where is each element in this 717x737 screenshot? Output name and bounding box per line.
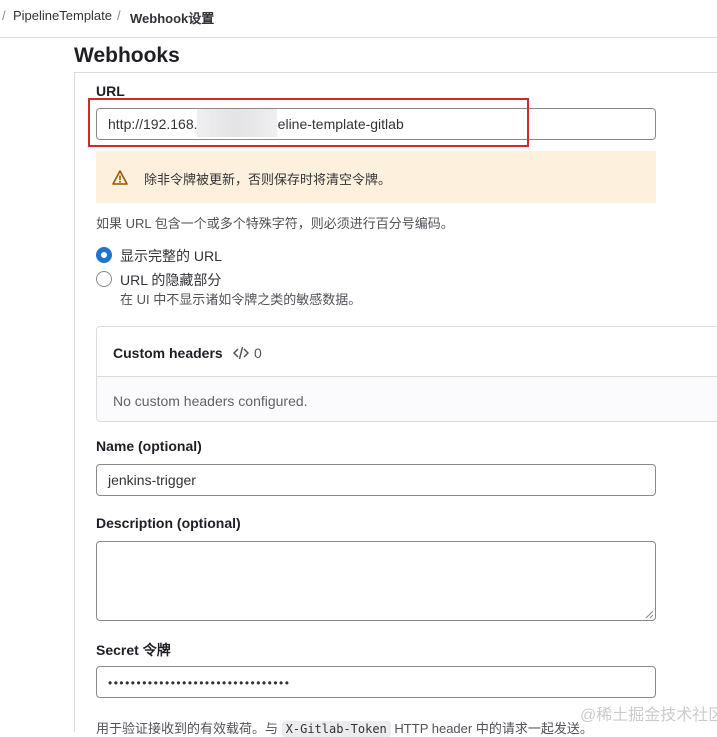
token-warning-alert: 除非令牌被更新，否则保存时将清空令牌。 <box>96 151 656 203</box>
code-icon <box>233 346 249 360</box>
description-textarea[interactable] <box>96 541 656 621</box>
breadcrumb-item-project[interactable]: PipelineTemplate <box>13 8 112 23</box>
secret-help-code: X-Gitlab-Token <box>281 721 391 737</box>
custom-headers-card: Custom headers 0 No custom headers confi… <box>96 326 717 422</box>
breadcrumb-item-current: Webhook设置 <box>130 11 215 26</box>
custom-headers-count: 0 <box>254 345 262 361</box>
custom-headers-empty: No custom headers configured. <box>113 393 308 409</box>
radio-button[interactable] <box>96 271 112 287</box>
secret-label: Secret 令牌 <box>96 642 171 658</box>
description-label: Description (optional) <box>96 515 241 531</box>
name-label: Name (optional) <box>96 438 202 454</box>
name-input[interactable]: jenkins-trigger <box>96 464 656 496</box>
custom-headers-header: Custom headers 0 <box>97 327 717 377</box>
custom-headers-title: Custom headers <box>113 345 223 361</box>
warning-icon <box>112 170 128 185</box>
page-title: Webhooks <box>74 44 180 67</box>
url-encoding-help: 如果 URL 包含一个或多个特殊字符，则必须进行百分号编码。 <box>96 216 454 231</box>
annotation-highlight-box <box>88 98 529 147</box>
resize-grip-icon[interactable] <box>645 610 653 618</box>
radio-label[interactable]: 显示完整的 URL <box>120 246 222 266</box>
alert-message: 除非令牌被更新，否则保存时将清空令牌。 <box>144 172 392 187</box>
radio-label[interactable]: URL 的隐藏部分 <box>120 270 221 290</box>
url-label: URL <box>96 83 125 99</box>
breadcrumb: / PipelineTemplate / Webhook设置 <box>0 0 717 38</box>
secret-help-suffix: HTTP header 中的请求一起发送。 <box>394 721 593 736</box>
breadcrumb-separator: / <box>2 8 6 23</box>
secret-help: 用于验证接收到的有效载荷。与 X-Gitlab-Token HTTP heade… <box>96 718 593 737</box>
secret-token-input[interactable]: •••••••••••••••••••••••••••••••• <box>96 666 656 698</box>
secret-help-prefix: 用于验证接收到的有效载荷。与 <box>96 721 279 736</box>
watermark: @稀土掘金技术社区 <box>580 707 717 724</box>
mask-url-help: 在 UI 中不显示诸如令牌之类的敏感数据。 <box>120 292 362 307</box>
breadcrumb-separator: / <box>117 8 121 23</box>
radio-button-checked[interactable] <box>96 247 112 263</box>
